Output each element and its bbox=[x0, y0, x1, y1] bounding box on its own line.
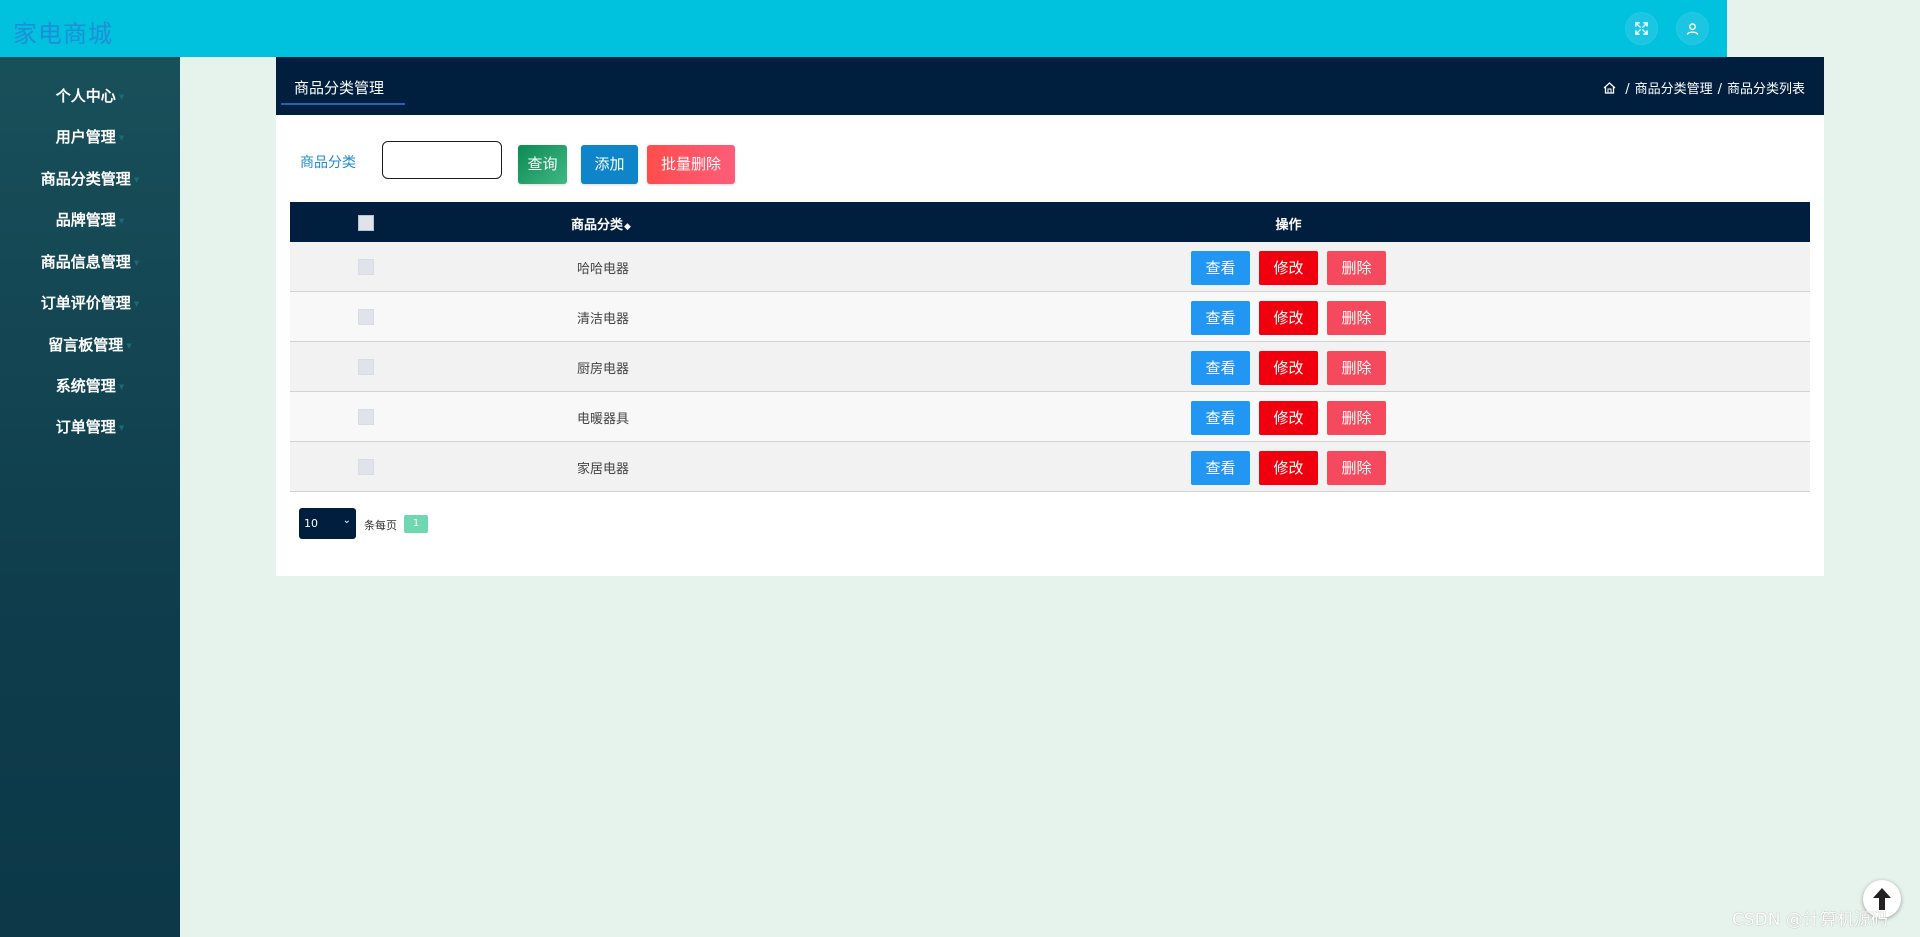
delete-button[interactable]: 删除 bbox=[1327, 351, 1386, 385]
add-button[interactable]: 添加 bbox=[581, 145, 638, 184]
table-row: 哈哈电器 查看 修改 删除 bbox=[290, 242, 1810, 292]
row-category-name: 家居电器 bbox=[577, 462, 630, 477]
edit-button[interactable]: 修改 bbox=[1259, 451, 1318, 485]
table-header: 商品分类◆ 操作 bbox=[290, 202, 1810, 242]
edit-button[interactable]: 修改 bbox=[1259, 251, 1318, 285]
delete-button[interactable]: 删除 bbox=[1327, 301, 1386, 335]
chevron-down-icon: ▼ bbox=[118, 382, 125, 391]
row-category-name: 清洁电器 bbox=[577, 312, 630, 327]
column-header-operation: 操作 bbox=[1275, 218, 1302, 233]
per-page-label: 条每页 bbox=[364, 519, 397, 532]
row-category-name: 厨房电器 bbox=[577, 362, 630, 377]
page-size-select[interactable]: 10 ⌄ bbox=[299, 508, 356, 539]
category-search-input[interactable] bbox=[382, 141, 502, 179]
row-checkbox[interactable] bbox=[358, 309, 374, 325]
table-row: 电暖器具 查看 修改 删除 bbox=[290, 392, 1810, 442]
sidebar-item-message-board[interactable]: 留言板管理 ▼ bbox=[0, 330, 180, 360]
edit-button[interactable]: 修改 bbox=[1259, 301, 1318, 335]
row-checkbox[interactable] bbox=[358, 459, 374, 475]
chevron-down-icon: ▼ bbox=[118, 216, 125, 225]
row-category-name: 电暖器具 bbox=[577, 412, 630, 427]
edit-button[interactable]: 修改 bbox=[1259, 401, 1318, 435]
top-header: 家电商城 bbox=[0, 0, 1727, 57]
sidebar-item-personal-center[interactable]: 个人中心 ▼ bbox=[0, 81, 180, 111]
view-button[interactable]: 查看 bbox=[1191, 451, 1250, 485]
breadcrumb-item-list: 商品分类列表 bbox=[1726, 82, 1805, 97]
fullscreen-icon[interactable] bbox=[1626, 13, 1657, 44]
sidebar-item-brand[interactable]: 品牌管理 ▼ bbox=[0, 205, 180, 235]
table-row: 清洁电器 查看 修改 删除 bbox=[290, 292, 1810, 342]
sidebar-item-users[interactable]: 用户管理 ▼ bbox=[0, 122, 180, 152]
chevron-down-icon: ▼ bbox=[133, 299, 140, 308]
sidebar-item-system[interactable]: 系统管理 ▼ bbox=[0, 371, 180, 401]
edit-button[interactable]: 修改 bbox=[1259, 351, 1318, 385]
breadcrumb: / 商品分类管理 / 商品分类列表 bbox=[1603, 78, 1805, 97]
table-row: 家居电器 查看 修改 删除 bbox=[290, 442, 1810, 492]
main-panel: 商品分类管理 / 商品分类管理 / 商品分类列表 商品分类 查询 添加 批量删除 商品… bbox=[276, 57, 1824, 576]
delete-button[interactable]: 删除 bbox=[1327, 451, 1386, 485]
table-row: 厨房电器 查看 修改 删除 bbox=[290, 342, 1810, 392]
sidebar-item-orders[interactable]: 订单管理 ▼ bbox=[0, 412, 180, 442]
sidebar-item-product-info[interactable]: 商品信息管理 ▼ bbox=[0, 247, 180, 277]
watermark: CSDN @计算机源码 bbox=[1732, 910, 1888, 930]
chevron-down-icon: ⌄ bbox=[342, 515, 351, 526]
row-checkbox[interactable] bbox=[358, 409, 374, 425]
user-icon[interactable] bbox=[1677, 13, 1708, 44]
home-icon[interactable] bbox=[1603, 82, 1620, 97]
app-title: 家电商城 bbox=[13, 20, 113, 48]
view-button[interactable]: 查看 bbox=[1191, 301, 1250, 335]
sidebar-item-order-review[interactable]: 订单评价管理 ▼ bbox=[0, 288, 180, 318]
batch-delete-button[interactable]: 批量删除 bbox=[647, 145, 735, 184]
title-underline bbox=[281, 103, 405, 105]
row-category-name: 哈哈电器 bbox=[577, 262, 630, 277]
page-button-current[interactable]: 1 bbox=[404, 515, 428, 533]
view-button[interactable]: 查看 bbox=[1191, 251, 1250, 285]
breadcrumb-item-category[interactable]: 商品分类管理 bbox=[1635, 82, 1713, 97]
sidebar-item-category[interactable]: 商品分类管理 ▼ bbox=[0, 164, 180, 194]
chevron-down-icon: ▼ bbox=[118, 133, 125, 142]
query-button[interactable]: 查询 bbox=[518, 145, 567, 184]
panel-header: 商品分类管理 / 商品分类管理 / 商品分类列表 bbox=[276, 57, 1824, 115]
view-button[interactable]: 查看 bbox=[1191, 401, 1250, 435]
chevron-down-icon: ▼ bbox=[133, 175, 140, 184]
chevron-down-icon: ▼ bbox=[118, 423, 125, 432]
row-checkbox[interactable] bbox=[358, 359, 374, 375]
delete-button[interactable]: 删除 bbox=[1327, 251, 1386, 285]
sidebar: 个人中心 ▼ 用户管理 ▼ 商品分类管理 ▼ 品牌管理 ▼ 商品信息管理 ▼ 订单评价管理… bbox=[0, 57, 180, 937]
chevron-down-icon: ▼ bbox=[126, 341, 132, 350]
page-title: 商品分类管理 bbox=[294, 79, 385, 97]
delete-button[interactable]: 删除 bbox=[1327, 401, 1386, 435]
search-label: 商品分类 bbox=[300, 155, 356, 171]
view-button[interactable]: 查看 bbox=[1191, 351, 1250, 385]
chevron-down-icon: ▼ bbox=[118, 92, 125, 101]
row-checkbox[interactable] bbox=[358, 259, 374, 275]
chevron-down-icon: ▼ bbox=[133, 258, 140, 267]
